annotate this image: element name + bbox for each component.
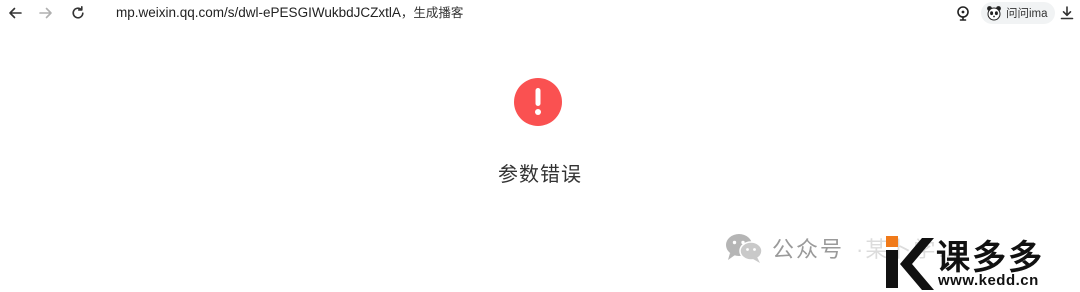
- exclamation-icon: [535, 88, 541, 115]
- back-button[interactable]: [5, 3, 25, 23]
- kedd-logo: 课多多 www.kedd.cn: [880, 232, 1080, 290]
- error-message: 参数错误: [498, 164, 582, 186]
- panda-icon: [987, 6, 1001, 21]
- arrow-right-icon: [39, 7, 52, 19]
- kedd-k-logo-icon: [886, 236, 934, 290]
- arrow-left-icon: [9, 7, 22, 19]
- download-button[interactable]: [1057, 3, 1077, 23]
- ask-ima-button[interactable]: 问问ima: [981, 2, 1055, 24]
- address-bar[interactable]: mp.weixin.qq.com/s/dwl-ePESGIWukbdJCZxtl…: [116, 4, 463, 22]
- address-suffix: ，生成播客: [400, 6, 464, 20]
- browser-toolbar: mp.weixin.qq.com/s/dwl-ePESGIWukbdJCZxtl…: [0, 0, 1080, 26]
- reload-button[interactable]: [68, 3, 88, 23]
- forward-button[interactable]: [36, 3, 56, 23]
- logo-url: www.kedd.cn: [938, 272, 1039, 289]
- extension-button[interactable]: [953, 3, 973, 23]
- wechat-icon: [726, 234, 763, 263]
- ask-ima-label: 问问ima: [1006, 8, 1048, 20]
- podcast-extension-icon: [957, 6, 969, 21]
- watermark-label: 公众号: [772, 237, 845, 262]
- address-url: mp.weixin.qq.com/s/dwl-ePESGIWukbdJCZxtl…: [116, 5, 401, 20]
- reload-icon: [72, 6, 84, 19]
- download-icon: [1060, 6, 1074, 20]
- error-icon: [514, 78, 562, 126]
